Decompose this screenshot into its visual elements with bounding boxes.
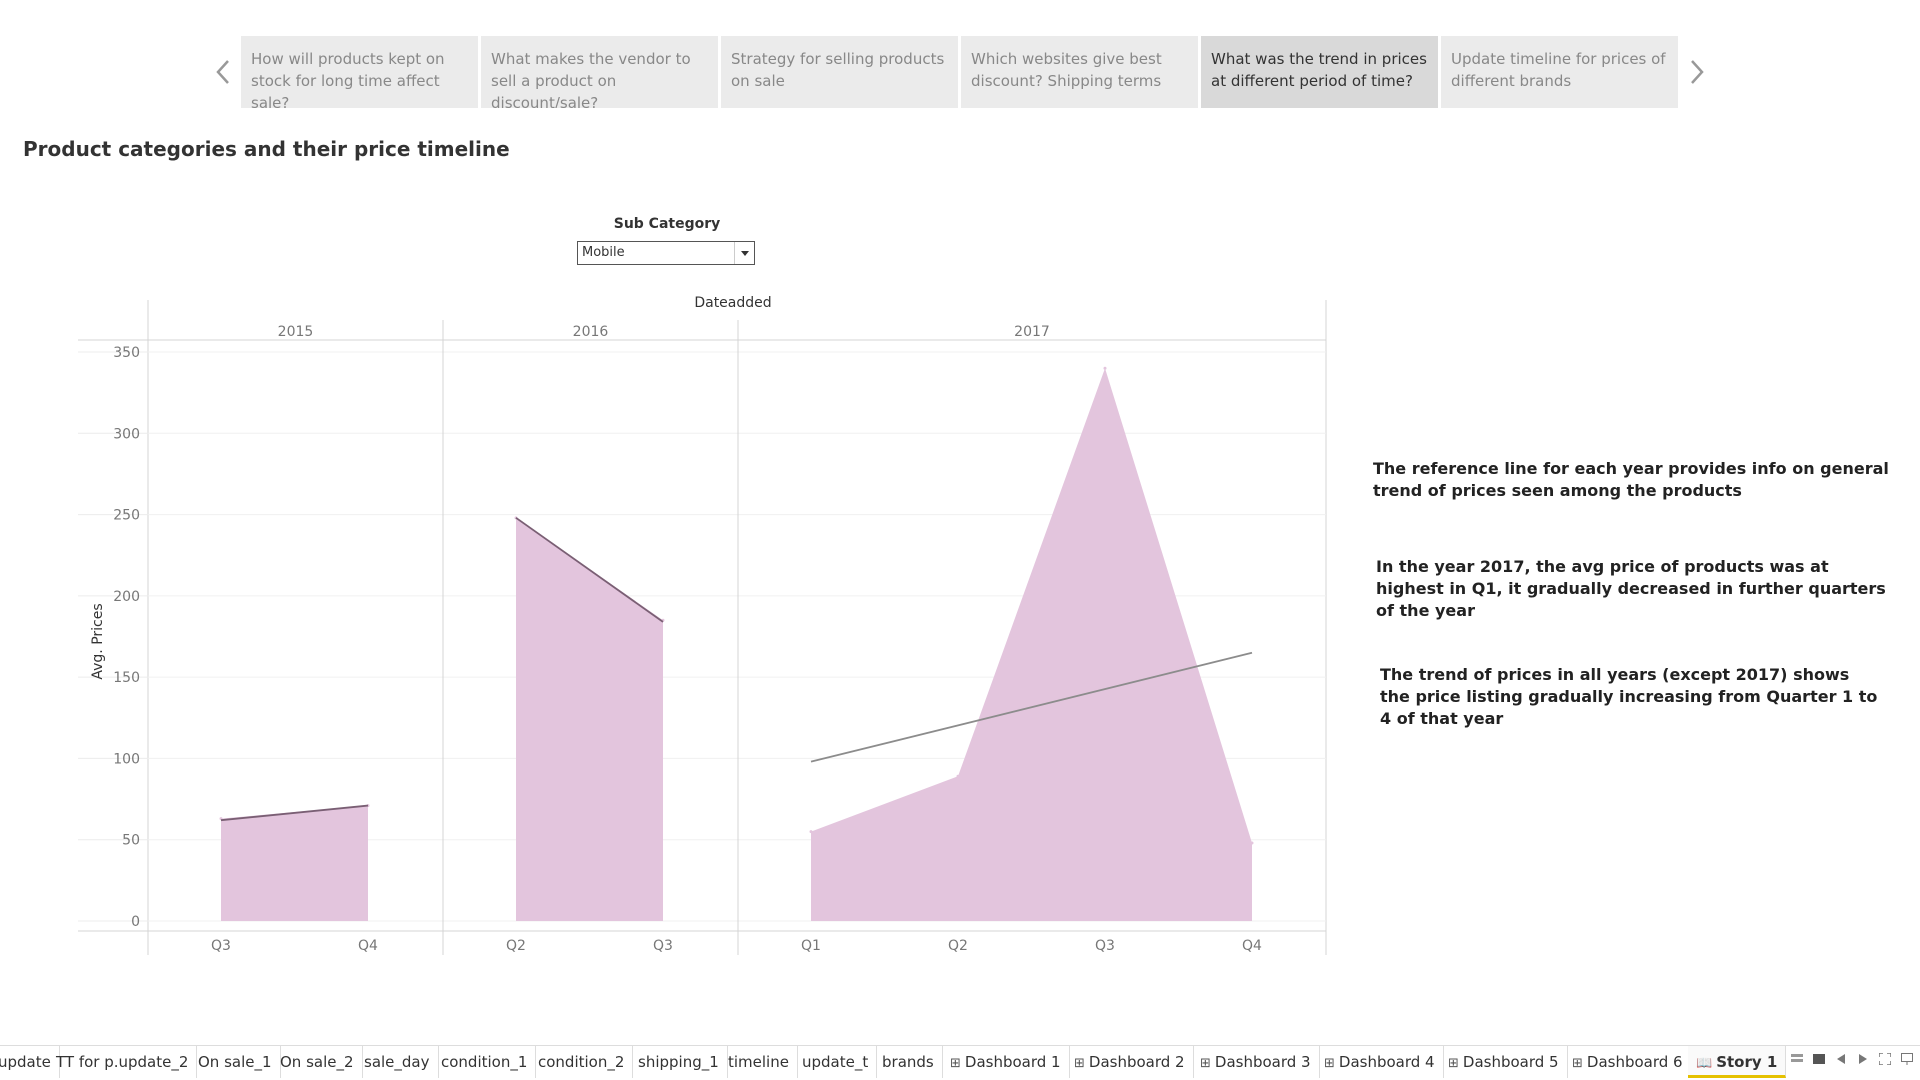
sheet-tab-label: Dashboard 6 (1586, 1053, 1683, 1071)
area-series (516, 517, 663, 921)
sheet-tab-label: update_t (802, 1053, 869, 1071)
filter-label: Sub Category (613, 216, 721, 232)
column-header: Dateadded (694, 295, 771, 311)
sheet-tab[interactable]: condition_2 (530, 1046, 634, 1078)
sheet-tab[interactable]: ⊞ Dashboard 2 (1066, 1046, 1194, 1078)
story-next-arrow-icon[interactable] (1684, 36, 1710, 108)
x-tick-label: Q4 (1242, 938, 1262, 954)
story-point-5[interactable]: What was the trend in prices at differen… (1201, 36, 1438, 108)
sheet-tab[interactable]: ⊞ Dashboard 1 (942, 1046, 1070, 1078)
x-tick-label: Q1 (801, 938, 821, 954)
y-tick-label: 200 (113, 589, 140, 605)
area-chart: Dateadded 0 50 100 150 200 250 300 350 Avg. Price… (78, 295, 1327, 955)
sheet-tab-bar: update TT for p.update_2 On sale_1 On sale_… (0, 1045, 1920, 1080)
story-prev-arrow-icon[interactable] (210, 36, 236, 108)
sheet-tab-label: brands (882, 1053, 934, 1071)
show-filmstrip-icon[interactable] (1790, 1052, 1804, 1066)
sheet-tab-label: TT for p.update_2 (56, 1053, 189, 1071)
sheet-tab[interactable]: condition_1 (433, 1046, 537, 1078)
sheet-tab[interactable]: On sale_2 (272, 1046, 363, 1078)
sheet-tab[interactable]: shipping_1 (630, 1046, 728, 1078)
sheet-tab[interactable]: timeline (720, 1046, 798, 1078)
dashboard-icon: ⊞ (1200, 1056, 1211, 1071)
sheet-tab-label: timeline (728, 1053, 789, 1071)
sheet-tab-label: Dashboard 4 (1338, 1053, 1435, 1071)
x-tick-label: Q2 (948, 938, 968, 954)
sheet-tab[interactable]: brands (874, 1046, 943, 1078)
tab-prev-icon[interactable] (1834, 1052, 1848, 1066)
tab-controls (1790, 1052, 1914, 1066)
story-point-6[interactable]: Update timeline for prices of different … (1441, 36, 1678, 108)
x-tick-label: Q2 (506, 938, 526, 954)
sheet-tab[interactable]: ⊞ Dashboard 4 (1316, 1046, 1444, 1078)
show-tabs-icon[interactable] (1812, 1052, 1826, 1066)
sheet-tab-label: sale_day (364, 1053, 430, 1071)
annotation-reference-line: The reference line for each year provide… (1373, 459, 1889, 500)
sheet-tab-label: Dashboard 2 (1088, 1053, 1185, 1071)
y-tick-label: 100 (113, 751, 140, 767)
story-point-3[interactable]: Strategy for selling products on sale (721, 36, 958, 108)
sheet-tab-label: Story 1 (1716, 1053, 1778, 1071)
y-tick-label: 300 (113, 426, 140, 442)
y-tick-label: 50 (122, 833, 140, 849)
x-tick-label: Q3 (211, 938, 231, 954)
sheet-tab[interactable]: TT for p.update_2 (48, 1046, 198, 1078)
sheet-tab[interactable]: ⊞ Dashboard 3 (1192, 1046, 1320, 1078)
sub-category-dropdown[interactable]: Mobile (577, 241, 755, 265)
presentation-icon[interactable] (1900, 1052, 1914, 1066)
story-icon: 📖 (1696, 1056, 1713, 1071)
year-header: 2016 (573, 324, 609, 340)
dashboard-icon: ⊞ (1572, 1056, 1583, 1071)
area-series (811, 368, 1252, 921)
sheet-tab-label: Dashboard 5 (1462, 1053, 1559, 1071)
year-header: 2017 (1014, 324, 1050, 340)
sheet-tab-label: condition_1 (441, 1053, 528, 1071)
dropdown-value: Mobile (582, 245, 625, 260)
story-point-2[interactable]: What makes the vendor to sell a product … (481, 36, 718, 108)
annotation-all-years: The trend of prices in all years (except… (1380, 665, 1878, 728)
sheet-tab[interactable]: On sale_1 (190, 1046, 281, 1078)
year-header: 2015 (278, 324, 314, 340)
sheet-tab[interactable]: update_t (794, 1046, 878, 1078)
y-tick-label: 350 (113, 345, 140, 361)
sheet-tab-label: Dashboard 1 (964, 1053, 1061, 1071)
y-axis-title: Avg. Prices (90, 603, 106, 679)
fullscreen-icon[interactable] (1878, 1052, 1892, 1066)
y-tick-label: 0 (131, 914, 140, 930)
sheet-tab-label: condition_2 (538, 1053, 625, 1071)
x-tick-label: Q3 (1095, 938, 1115, 954)
sheet-tab-label: On sale_2 (280, 1053, 354, 1071)
sheet-tab[interactable]: ⊞ Dashboard 5 (1440, 1046, 1568, 1078)
x-tick-label: Q3 (653, 938, 673, 954)
y-tick-label: 250 (113, 508, 140, 524)
sheet-tab-label: update (0, 1053, 51, 1071)
tab-next-icon[interactable] (1856, 1052, 1870, 1066)
dashboard-icon: ⊞ (1324, 1056, 1335, 1071)
annotation-2017-trend: In the year 2017, the avg price of produ… (1376, 557, 1886, 620)
dashboard-icon: ⊞ (1448, 1056, 1459, 1071)
sheet-tab[interactable]: 📖 Story 1 (1688, 1046, 1787, 1078)
data-point (1103, 366, 1107, 370)
data-point (1250, 841, 1254, 845)
x-tick-label: Q4 (358, 938, 378, 954)
area-series (221, 805, 368, 921)
story-point-4[interactable]: Which websites give best discount? Shipp… (961, 36, 1198, 108)
data-point (809, 830, 813, 834)
sheet-tab-label: On sale_1 (198, 1053, 272, 1071)
story-point-1[interactable]: How will products kept on stock for long… (241, 36, 478, 108)
dashboard-icon: ⊞ (1074, 1056, 1085, 1071)
chevron-down-icon[interactable] (734, 242, 754, 264)
sheet-tab-label: shipping_1 (638, 1053, 719, 1071)
sheet-tab[interactable]: sale_day (356, 1046, 439, 1078)
dashboard-icon: ⊞ (950, 1056, 961, 1071)
data-point (956, 774, 960, 778)
sheet-tab-label: Dashboard 3 (1214, 1053, 1311, 1071)
sheet-tab[interactable]: ⊞ Dashboard 6 (1564, 1046, 1692, 1078)
y-tick-label: 150 (113, 670, 140, 686)
page-title: Product categories and their price timel… (23, 137, 510, 161)
